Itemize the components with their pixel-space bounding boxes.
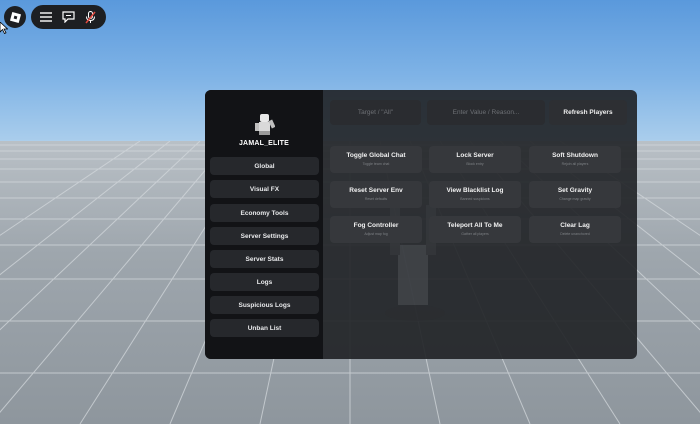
action-subtitle: Change map gravity: [559, 197, 591, 201]
nav-global-button[interactable]: Global: [210, 157, 319, 175]
teleport-all-to-me-button[interactable]: Teleport All To Me Gather all players: [429, 216, 521, 243]
set-gravity-button[interactable]: Set Gravity Change map gravity: [529, 181, 621, 208]
nav-server-stats-button[interactable]: Server Stats: [210, 250, 319, 268]
microphone-muted-icon[interactable]: [81, 7, 101, 27]
menu-icon[interactable]: [36, 7, 56, 27]
action-title: View Blacklist Log: [446, 187, 504, 194]
refresh-players-button[interactable]: Refresh Players: [549, 100, 627, 125]
mouse-cursor-icon: [0, 22, 8, 34]
action-subtitle: Adjust map fog: [364, 232, 388, 236]
avatar-icon: [255, 114, 275, 135]
nav-server-settings-button[interactable]: Server Settings: [210, 227, 319, 245]
target-input[interactable]: Target / "All": [330, 100, 421, 125]
action-subtitle: Gather all players: [461, 232, 489, 236]
action-title: Reset Server Env: [349, 187, 403, 194]
action-title: Set Gravity: [557, 187, 593, 194]
chat-icon[interactable]: [58, 7, 78, 27]
action-title: Clear Lag: [560, 222, 590, 229]
sidebar: JAMAL_ELITE Global Visual FX Economy Too…: [205, 90, 323, 359]
nav-suspicious-logs-button[interactable]: Suspicious Logs: [210, 296, 319, 314]
action-subtitle: Banned suspicions: [460, 197, 490, 201]
nav-unban-list-button[interactable]: Unban List: [210, 319, 319, 337]
action-title: Lock Server: [456, 152, 494, 159]
roblox-topbar: [31, 5, 106, 29]
action-title: Soft Shutdown: [552, 152, 598, 159]
admin-panel: JAMAL_ELITE Global Visual FX Economy Too…: [205, 90, 637, 359]
reset-server-env-button[interactable]: Reset Server Env Reset defaults: [330, 181, 422, 208]
action-subtitle: Block entry: [466, 162, 484, 166]
action-title: Teleport All To Me: [447, 222, 503, 229]
value-reason-input[interactable]: Enter Value / Reason...: [427, 100, 545, 125]
action-subtitle: Rejoin all players: [561, 162, 589, 166]
nav-logs-button[interactable]: Logs: [210, 273, 319, 291]
action-subtitle: Delete unanchored: [560, 232, 590, 236]
roblox-logo-icon: [9, 11, 21, 23]
nav-economy-tools-button[interactable]: Economy Tools: [210, 204, 319, 222]
fog-controller-button[interactable]: Fog Controller Adjust map fog: [330, 216, 422, 243]
lock-server-button[interactable]: Lock Server Block entry: [429, 146, 521, 173]
nav-visual-fx-button[interactable]: Visual FX: [210, 180, 319, 198]
toggle-global-chat-button[interactable]: Toggle Global Chat Toggle team chat: [330, 146, 422, 173]
soft-shutdown-button[interactable]: Soft Shutdown Rejoin all players: [529, 146, 621, 173]
username-label: JAMAL_ELITE: [238, 140, 290, 147]
action-title: Fog Controller: [353, 222, 399, 229]
action-subtitle: Toggle team chat: [362, 162, 390, 166]
action-title: Toggle Global Chat: [346, 152, 406, 159]
action-subtitle: Reset defaults: [364, 197, 388, 201]
view-blacklist-log-button[interactable]: View Blacklist Log Banned suspicions: [429, 181, 521, 208]
clear-lag-button[interactable]: Clear Lag Delete unanchored: [529, 216, 621, 243]
